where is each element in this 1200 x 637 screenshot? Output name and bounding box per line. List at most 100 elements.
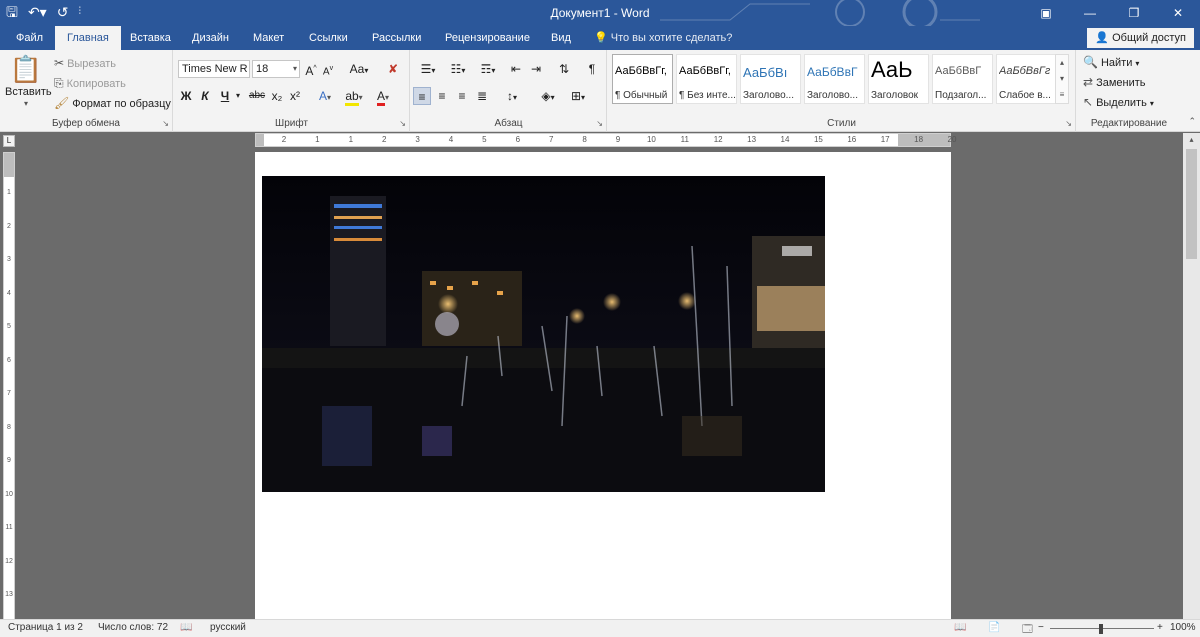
tab-view[interactable]: Вид [539,26,583,50]
subscript-button[interactable]: x₂ [270,87,284,105]
tab-insert[interactable]: Вставка [118,26,183,50]
tab-file[interactable]: Файл [4,26,55,50]
web-layout-icon[interactable]: 🗔 [1022,622,1033,637]
format-painter-button[interactable]: 🖌 Формат по образцу [54,95,171,112]
underline-dropdown-icon[interactable]: ▾ [233,87,243,105]
ruler-number: 1 [348,135,354,144]
zoom-slider-thumb[interactable] [1099,624,1103,634]
style-heading-2[interactable]: АаБбВвГ Заголово... [804,54,865,104]
font-name-combo[interactable]: Times New R [178,60,250,78]
share-button[interactable]: 👤 Общий доступ [1087,28,1194,48]
ruler-number: 1 [315,135,320,144]
style-no-spacing[interactable]: АаБбВвГг, ¶ Без инте... [676,54,737,104]
dialog-launcher-icon[interactable]: ↘ [1065,119,1072,128]
style-heading-1[interactable]: АаБбВı Заголово... [740,54,801,104]
proofing-icon[interactable]: 📖 [180,622,192,633]
lightbulb-icon: 💡 [594,32,608,44]
numbering-icon[interactable]: ☷▾ [445,60,471,78]
ruler-number: 5 [482,135,487,144]
ribbon-display-options-icon[interactable]: ▣ [1024,0,1068,26]
word-count[interactable]: Число слов: 72 [98,622,168,633]
language[interactable]: русский [210,622,246,633]
clear-formatting-icon[interactable]: ✘ [384,60,402,78]
font-size-combo[interactable]: 18 ▾ [252,60,300,78]
style-subtitle[interactable]: АаБбВвГ Подзагол... [932,54,993,104]
text-effects-icon[interactable]: A▾ [314,87,336,105]
tab-mailings[interactable]: Рассылки [360,26,433,50]
zoom-out-icon[interactable]: − [1038,622,1044,633]
tab-selector[interactable]: L [3,135,15,147]
sort-icon[interactable]: ⇅ [555,60,573,78]
copy-button[interactable]: ⎘ Копировать [54,75,126,92]
cut-button[interactable]: ✂ Вырезать [54,55,116,72]
select-button[interactable]: ↖ Выделить ▾ [1083,94,1154,112]
ribbon: 📋 Вставить ▾ ✂ Вырезать ⎘ Копировать 🖌 Форм… [0,50,1200,132]
change-case-button[interactable]: Aa▾ [346,60,372,78]
tab-layout[interactable]: Макет [241,26,296,50]
bullets-icon[interactable]: ☰▾ [415,60,441,78]
borders-icon[interactable]: ⊞▾ [565,87,591,105]
increase-indent-icon[interactable]: ⇥ [527,60,545,78]
align-left-icon[interactable]: ≡ [413,87,431,105]
tab-design[interactable]: Дизайн [180,26,241,50]
ruler-number: 7 [548,135,554,144]
inserted-photo-night-fountain[interactable] [262,176,825,492]
dialog-launcher-icon[interactable]: ↘ [399,119,406,128]
horizontal-ruler[interactable]: 2 1 1 2 3 4 5 6 7 8 9 10 11 12 13 14 15 16 17 18 20 [255,133,956,147]
ruler-number: 13 [747,135,757,144]
styles-gallery-scroll[interactable]: ▴ ▾ ≡ [1055,54,1069,104]
read-mode-icon[interactable]: 📖 [954,622,966,633]
vertical-ruler[interactable]: 1 2 3 4 5 6 7 8 9 10 11 12 13 [3,152,15,622]
find-button[interactable]: 🔍 Найти ▾ [1083,54,1139,72]
style-normal[interactable]: АаБбВвГг, ¶ Обычный [612,54,673,104]
font-color-icon[interactable]: A▾ [372,87,394,106]
document-page[interactable] [255,152,951,619]
replace-label: Заменить [1096,77,1146,89]
restore-icon[interactable]: ❐ [1112,0,1156,26]
align-right-icon[interactable]: ≡ [453,87,471,105]
style-preview: АаБбВвГ [935,65,982,77]
dialog-launcher-icon[interactable]: ↘ [596,119,603,128]
print-layout-icon[interactable]: 📄 [988,622,1000,633]
editing-group-label: Редактирование [1090,118,1168,129]
paste-dropdown-icon: ▾ [23,99,28,108]
vertical-scrollbar[interactable]: ▴ [1183,133,1200,620]
page-count[interactable]: Страница 1 из 2 [8,622,83,633]
shrink-font-icon[interactable]: Av [321,60,335,78]
italic-button[interactable]: К [198,87,212,105]
multilevel-list-icon[interactable]: ☶▾ [475,60,501,78]
format-painter-label: Формат по образцу [72,98,171,110]
highlight-color-icon[interactable]: ab▾ [342,87,366,106]
dialog-launcher-icon[interactable]: ↘ [162,119,169,128]
line-spacing-icon[interactable]: ↕▾ [499,87,525,105]
justify-icon[interactable]: ≣ [473,87,491,105]
strikethrough-button[interactable]: abc [246,87,268,105]
grow-font-icon[interactable]: A^ [304,60,318,78]
ruler-number: 15 [813,135,823,144]
replace-button[interactable]: ⇄ Заменить [1083,74,1146,91]
scroll-up-icon[interactable]: ▴ [1183,133,1200,147]
tab-home[interactable]: Главная [55,26,121,50]
bold-button[interactable]: Ж [179,87,193,105]
style-preview: АаБбВвГг [999,65,1051,77]
show-formatting-marks-icon[interactable]: ¶ [583,60,601,78]
font-group-label: Шрифт [275,118,308,129]
minimize-icon[interactable]: — [1068,0,1112,26]
align-center-icon[interactable]: ≡ [433,87,451,105]
style-subtle-emphasis[interactable]: АаБбВвГг Слабое в... [996,54,1057,104]
decrease-indent-icon[interactable]: ⇤ [507,60,525,78]
zoom-level[interactable]: 100% [1170,622,1196,633]
style-preview: АаЬ [871,57,913,82]
shading-icon[interactable]: ◈▾ [535,87,561,105]
close-icon[interactable]: ✕ [1156,0,1200,26]
collapse-ribbon-icon[interactable]: ⌃ [1188,116,1196,127]
style-title[interactable]: АаЬ Заголовок [868,54,929,104]
scrollbar-thumb[interactable] [1186,149,1197,259]
zoom-in-icon[interactable]: + [1157,622,1163,633]
superscript-button[interactable]: x² [288,87,302,105]
tab-references[interactable]: Ссылки [297,26,360,50]
tab-review[interactable]: Рецензирование [433,26,542,50]
paste-button[interactable]: 📋 Вставить ▾ [5,54,52,108]
underline-button[interactable]: Ч [218,87,232,105]
tell-me-box[interactable]: 💡 Что вы хотите сделать? [594,31,732,44]
